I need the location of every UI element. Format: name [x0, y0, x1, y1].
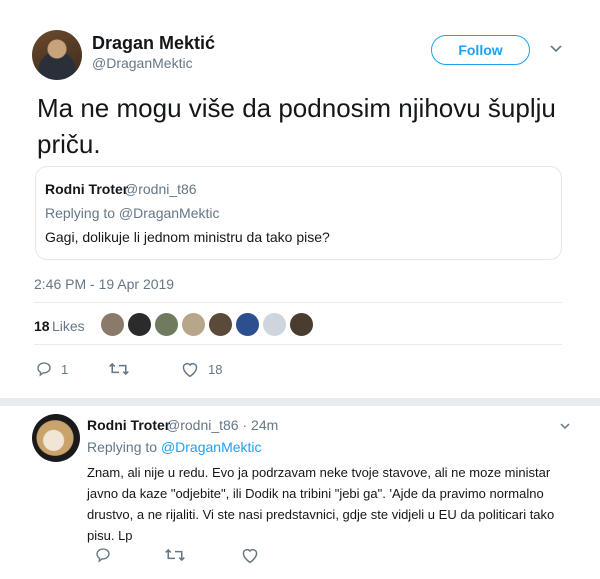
quoted-author-handle: @rodni_t86 — [124, 181, 197, 197]
divider — [34, 344, 562, 345]
like-action[interactable]: 18 — [180, 360, 222, 378]
quoted-tweet-text: Gagi, dolikuje li jednom ministru da tak… — [45, 229, 330, 245]
section-divider — [0, 398, 600, 406]
likers-avatars — [100, 312, 314, 337]
replying-to-label: Replying to — [87, 439, 158, 455]
chevron-down-icon[interactable] — [546, 38, 566, 58]
divider — [34, 302, 562, 303]
reply-icon — [96, 548, 110, 563]
author-handle[interactable]: @DraganMektic — [92, 55, 193, 71]
reply-replying-to: Replying to @DraganMektic — [87, 439, 262, 455]
tweet-text: Ma ne mogu više da podnosim njihovu šupl… — [37, 93, 556, 159]
quoted-replying-to: Replying to @DraganMektic — [45, 205, 220, 221]
liker-avatar[interactable] — [235, 312, 260, 337]
reply-reply-action[interactable] — [94, 546, 112, 564]
chevron-down-icon[interactable] — [557, 418, 573, 434]
reply-text: Znam, ali nije u redu. Evo ja podrzavam … — [87, 465, 555, 543]
heart-icon — [242, 548, 258, 564]
liker-avatar[interactable] — [262, 312, 287, 337]
tweet-timestamp[interactable]: 2:46 PM - 19 Apr 2019 — [34, 276, 174, 292]
replying-to-link[interactable]: @DraganMektic — [161, 439, 262, 455]
author-name[interactable]: Dragan Mektić — [92, 33, 215, 54]
liker-avatar[interactable] — [154, 312, 179, 337]
likes-label[interactable]: Likes — [52, 318, 85, 334]
reply-count: 1 — [61, 361, 69, 377]
liker-avatar[interactable] — [208, 312, 233, 337]
reply-author-avatar[interactable] — [32, 414, 80, 462]
reply-icon — [37, 362, 51, 377]
like-count: 18 — [208, 361, 223, 377]
reply-retweet-action[interactable] — [164, 546, 186, 564]
liker-avatar[interactable] — [100, 312, 125, 337]
author-avatar[interactable] — [32, 30, 82, 80]
retweet-action[interactable] — [108, 360, 138, 378]
liker-avatar[interactable] — [181, 312, 206, 337]
likes-count[interactable]: 18 — [34, 318, 50, 334]
follow-button[interactable]: Follow — [431, 35, 530, 65]
liker-avatar[interactable] — [289, 312, 314, 337]
retweet-icon — [165, 548, 185, 562]
liker-avatar[interactable] — [127, 312, 152, 337]
reply-author-name[interactable]: Rodni Troter — [87, 417, 170, 433]
heart-icon — [182, 362, 198, 378]
quoted-author-name: Rodni Troter — [45, 181, 129, 197]
retweet-icon — [109, 362, 129, 376]
reply-action[interactable]: 1 — [35, 360, 68, 378]
reply-like-action[interactable] — [240, 546, 260, 564]
reply-author-handle[interactable]: @rodni_t86 · 24m — [166, 417, 278, 433]
